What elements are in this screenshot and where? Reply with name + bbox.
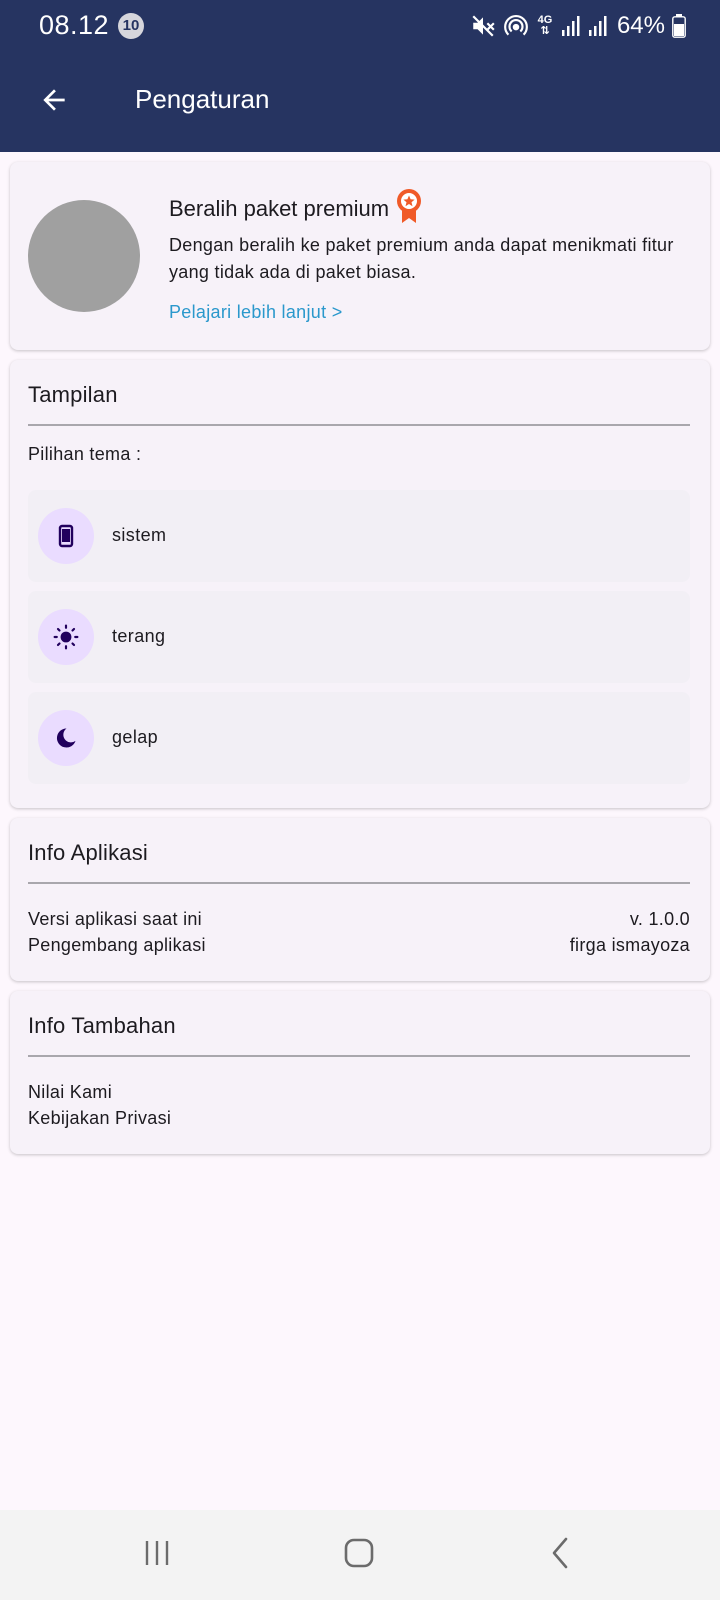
network-type-label: 4G ⇅ — [537, 14, 553, 37]
developer-value: firga ismayoza — [569, 935, 690, 955]
chevron-left-icon — [549, 1536, 571, 1575]
home-icon — [343, 1537, 375, 1574]
divider — [28, 424, 690, 426]
extra-info-section-title: Info Tambahan — [28, 1013, 176, 1038]
smartphone-icon — [38, 508, 94, 564]
display-section-title: Tampilan — [28, 382, 118, 407]
home-button[interactable] — [329, 1532, 389, 1578]
avatar — [28, 200, 140, 312]
recent-apps-button[interactable] — [127, 1532, 187, 1578]
learn-more-link[interactable]: Pelajari lebih lanjut > — [169, 302, 343, 323]
extra-info-list: Nilai Kami Kebijakan Privasi — [28, 1079, 690, 1131]
recent-apps-icon — [142, 1539, 172, 1572]
sun-icon — [38, 609, 94, 665]
battery-icon — [672, 14, 686, 38]
theme-option-light[interactable]: terang — [28, 591, 690, 683]
premium-title-row: Beralih paket premium — [169, 188, 423, 230]
developer-row: Pengembang aplikasi firga ismayoza — [28, 932, 690, 958]
status-icons: 4G ⇅ 64% — [470, 10, 686, 42]
notification-count-badge: 10 — [118, 13, 144, 39]
signal-icon-2 — [588, 15, 608, 37]
back-button[interactable] — [28, 76, 80, 128]
signal-icon-1 — [561, 15, 581, 37]
extra-info-card: Info Tambahan Nilai Kami Kebijakan Priva… — [10, 991, 710, 1154]
rate-us-link[interactable]: Nilai Kami — [28, 1079, 690, 1105]
system-navigation-bar — [0, 1510, 720, 1600]
arrow-back-icon — [38, 84, 70, 121]
theme-option-dark[interactable]: gelap — [28, 692, 690, 784]
mute-icon — [470, 13, 496, 39]
theme-label: Pilihan tema : — [28, 444, 142, 464]
premium-card: Beralih paket premium Dengan beralih ke … — [10, 162, 710, 350]
theme-option-label: terang — [112, 626, 166, 646]
app-info-section-title: Info Aplikasi — [28, 840, 149, 865]
display-card: Tampilan Pilihan tema : sistem terang ge… — [10, 360, 710, 808]
theme-option-label: sistem — [112, 525, 167, 545]
premium-title: Beralih paket premium — [169, 196, 390, 221]
premium-description: Dengan beralih ke paket premium anda dap… — [169, 235, 674, 282]
app-version-row: Versi aplikasi saat ini v. 1.0.0 — [28, 906, 690, 932]
hotspot-icon — [503, 13, 529, 39]
app-version-label: Versi aplikasi saat ini — [28, 909, 202, 929]
theme-option-system[interactable]: sistem — [28, 490, 690, 582]
system-back-button[interactable] — [530, 1532, 590, 1578]
divider — [28, 1055, 690, 1057]
developer-label: Pengembang aplikasi — [28, 935, 206, 955]
page-title: Pengaturan — [135, 84, 270, 114]
status-time: 08.12 — [39, 10, 110, 40]
app-info-card: Info Aplikasi Versi aplikasi saat ini v.… — [10, 818, 710, 981]
app-bar: Pengaturan — [0, 52, 720, 152]
battery-percent: 64% — [616, 12, 665, 39]
app-info-rows: Versi aplikasi saat ini v. 1.0.0 Pengemb… — [28, 906, 690, 958]
award-badge-icon — [395, 188, 423, 230]
moon-icon — [38, 710, 94, 766]
privacy-policy-link[interactable]: Kebijakan Privasi — [28, 1105, 690, 1131]
app-version-value: v. 1.0.0 — [629, 909, 690, 929]
status-bar: 08.12 10 4G ⇅ 64% — [0, 0, 720, 52]
divider — [28, 882, 690, 884]
theme-option-label: gelap — [112, 727, 159, 747]
